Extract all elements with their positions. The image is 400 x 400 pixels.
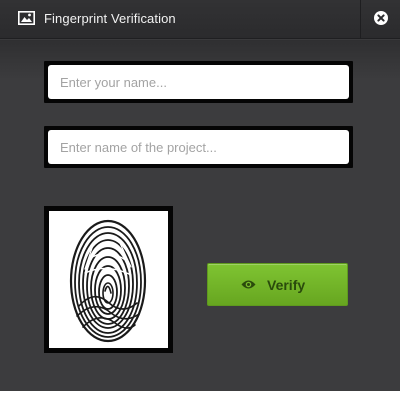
fingerprint-frame bbox=[44, 206, 173, 353]
name-input[interactable] bbox=[48, 65, 349, 99]
project-field-frame bbox=[44, 126, 353, 168]
verify-button-label: Verify bbox=[267, 277, 306, 293]
project-name-input[interactable] bbox=[48, 130, 349, 164]
close-button[interactable] bbox=[374, 11, 388, 25]
title-bar: Fingerprint Verification bbox=[0, 0, 400, 39]
verify-button[interactable]: Verify bbox=[207, 263, 348, 306]
fingerprint-panel bbox=[49, 211, 168, 348]
fingerprint-image bbox=[69, 219, 147, 343]
fingerprint-verification-window: Fingerprint Verification Enter your name… bbox=[0, 0, 400, 391]
eye-icon bbox=[241, 280, 256, 289]
title-divider bbox=[360, 0, 361, 39]
image-icon bbox=[18, 11, 35, 25]
name-field-frame bbox=[44, 61, 353, 103]
window-title: Fingerprint Verification bbox=[44, 11, 176, 26]
close-icon bbox=[377, 14, 385, 22]
